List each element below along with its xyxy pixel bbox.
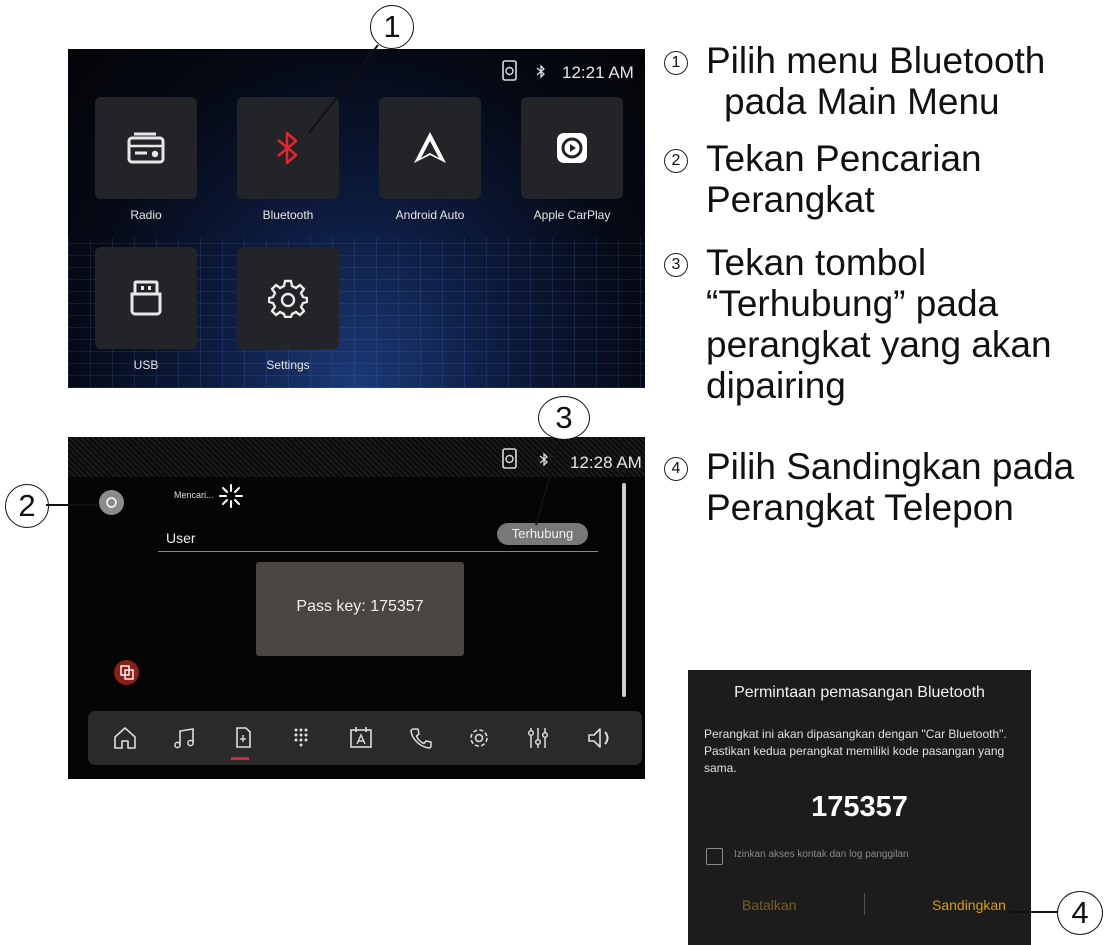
divider bbox=[158, 551, 598, 552]
equalizer-icon[interactable] bbox=[524, 724, 552, 752]
callout-1: 1 bbox=[370, 5, 414, 49]
step-text-line: pada Main Menu bbox=[724, 81, 1000, 122]
pairing-code: 175357 bbox=[811, 791, 908, 823]
step-text-line: dipairing bbox=[706, 365, 846, 406]
callout-3: 3 bbox=[538, 396, 590, 440]
app-label: Apple CarPlay bbox=[533, 208, 611, 222]
step-2: 2 Tekan Pencarian Perangkat bbox=[664, 138, 1104, 228]
copy-icon bbox=[120, 665, 134, 680]
checkbox-label: Izinkan akses kontak dan log panggilan bbox=[734, 849, 909, 860]
bottom-dock bbox=[88, 711, 642, 765]
dialog-message: Perangkat ini akan dipasangkan dengan "C… bbox=[704, 727, 1007, 775]
carplay-icon bbox=[557, 133, 587, 163]
status-time: 12:21 AM bbox=[562, 63, 634, 82]
searching-status: Mencari... bbox=[174, 490, 214, 500]
pair-button[interactable]: Sandingkan bbox=[932, 897, 1006, 913]
app-tile-settings[interactable] bbox=[237, 247, 339, 349]
dialog-title: Permintaan pemasangan Bluetooth bbox=[734, 684, 985, 701]
call-icon[interactable] bbox=[407, 724, 435, 752]
callout-4-pointer bbox=[1010, 911, 1059, 913]
gear-icon bbox=[268, 279, 308, 318]
gear-icon[interactable] bbox=[465, 724, 493, 752]
android-auto-icon bbox=[414, 132, 446, 163]
callout-2: 2 bbox=[5, 484, 49, 528]
app-label: Bluetooth bbox=[262, 208, 314, 222]
bluetooth-status-icon bbox=[536, 64, 545, 79]
step-text-line: Pilih Sandingkan pada bbox=[706, 446, 1075, 487]
phone-link-icon bbox=[502, 60, 517, 81]
step-number: 2 bbox=[664, 149, 688, 173]
contacts-access-checkbox[interactable] bbox=[706, 848, 723, 865]
usb-icon bbox=[130, 280, 162, 316]
search-icon bbox=[106, 497, 117, 508]
cancel-button[interactable]: Batalkan bbox=[742, 897, 796, 913]
contacts-icon[interactable] bbox=[347, 724, 375, 752]
pairing-dialog: Permintaan pemasangan Bluetooth Perangka… bbox=[688, 670, 1031, 945]
switch-device-button[interactable] bbox=[114, 660, 139, 685]
step-number: 4 bbox=[664, 457, 688, 481]
dialpad-icon[interactable] bbox=[287, 724, 315, 752]
step-number: 1 bbox=[664, 51, 688, 75]
phone-link-icon bbox=[502, 448, 517, 469]
callout-1-pointer bbox=[308, 44, 379, 134]
scrollbar[interactable] bbox=[622, 483, 626, 697]
device-name: User bbox=[166, 530, 196, 546]
app-tile-radio[interactable] bbox=[95, 97, 197, 199]
step-3: 3 Tekan tombol “Terhubung” pada perangka… bbox=[664, 242, 1104, 414]
step-1: 1 Pilih menu Bluetooth pada Main Menu bbox=[664, 40, 1104, 130]
phone-connect-icon[interactable] bbox=[229, 724, 257, 752]
passkey-text: Pass key: 175357 bbox=[296, 598, 424, 615]
volume-icon[interactable] bbox=[586, 724, 614, 752]
app-label: Android Auto bbox=[395, 208, 465, 222]
callout-4: 4 bbox=[1057, 891, 1103, 935]
status-time: 12:28 AM bbox=[570, 453, 642, 472]
active-tab-indicator bbox=[231, 757, 249, 760]
step-text-line: Perangkat bbox=[706, 179, 875, 220]
step-4: 4 Pilih Sandingkan pada Perangkat Telepo… bbox=[664, 446, 1104, 536]
step-text-line: “Terhubung” pada bbox=[706, 283, 999, 324]
step-text-line: perangkat yang akan bbox=[706, 324, 1052, 365]
home-icon[interactable] bbox=[111, 724, 139, 752]
app-tile-usb[interactable] bbox=[95, 247, 197, 349]
music-icon[interactable] bbox=[171, 724, 199, 752]
step-text-line: Tekan Pencarian bbox=[706, 138, 982, 179]
loading-spinner-icon bbox=[219, 484, 243, 508]
callout-2-pointer bbox=[46, 504, 98, 506]
callout-3-pointer bbox=[535, 438, 561, 526]
app-label: USB bbox=[133, 358, 159, 372]
step-text-line: Perangkat Telepon bbox=[706, 487, 1014, 528]
passkey-dialog: Pass key: 175357 bbox=[256, 562, 464, 656]
app-tile-apple-carplay[interactable] bbox=[521, 97, 623, 199]
step-text-line: Pilih menu Bluetooth bbox=[706, 40, 1046, 81]
app-label: Settings bbox=[266, 358, 310, 372]
step-number: 3 bbox=[664, 253, 688, 277]
radio-icon bbox=[127, 132, 165, 164]
button-divider bbox=[864, 893, 865, 915]
step-text-line: Tekan tombol bbox=[706, 242, 927, 283]
app-label: Radio bbox=[130, 208, 162, 222]
